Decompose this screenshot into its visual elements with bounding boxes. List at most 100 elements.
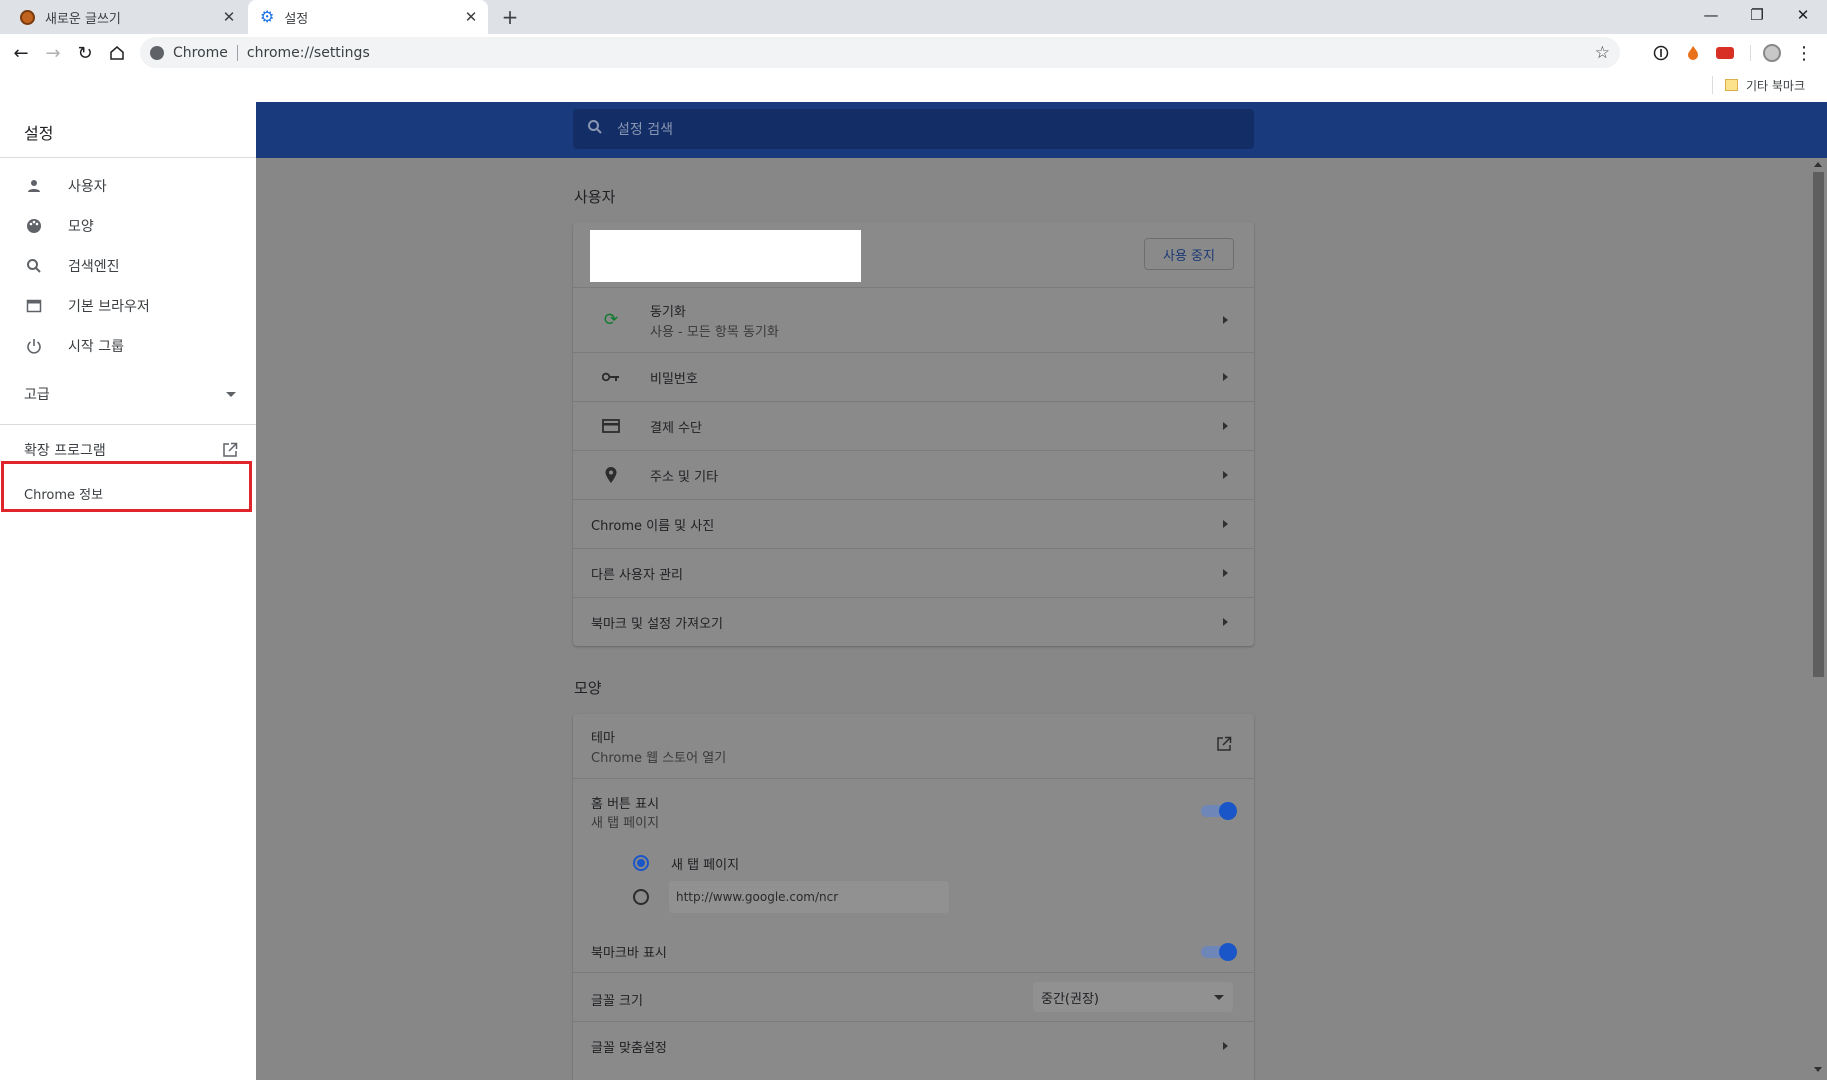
sidebar: 사용자 모양 검색엔진 기본 브라우저 시작 그룹 고급 확장 프로그램 Chr… — [0, 158, 256, 1080]
menu-icon[interactable]: ⋮ — [1791, 40, 1817, 66]
sidebar-item-default-browser[interactable]: 기본 브라우저 — [0, 286, 256, 326]
forward-icon[interactable]: → — [40, 40, 66, 66]
location-pin-icon — [601, 465, 621, 485]
font-size-title: 글꼴 크기 — [591, 994, 643, 1009]
bookmark-star-icon[interactable]: ☆ — [1595, 43, 1610, 63]
radio-custom-url-option[interactable] — [633, 889, 649, 905]
bookmarks-bar-row[interactable]: 북마크바 표시 — [573, 924, 1254, 972]
person-icon — [24, 176, 44, 196]
sync-title: 동기화 — [650, 305, 686, 320]
toolbar: ← → ↻ Chrome chrome://settings ☆ ⋮ — [0, 34, 1827, 71]
credit-card-icon — [601, 416, 621, 436]
font-size-select[interactable]: 중간(권장) — [1033, 982, 1233, 1012]
stop-sync-button[interactable]: 사용 중지 — [1144, 238, 1234, 270]
extension-info-icon[interactable] — [1648, 40, 1674, 66]
radio-new-tab-option[interactable]: 새 탭 페이지 — [633, 853, 739, 873]
home-icon[interactable] — [104, 40, 130, 66]
close-tab-icon[interactable]: ✕ — [220, 8, 238, 26]
gear-icon: ⚙ — [260, 7, 275, 26]
sidebar-item-about-chrome[interactable]: Chrome 정보 — [24, 484, 103, 503]
sidebar-divider — [0, 424, 256, 425]
settings-header: 설정 — [0, 102, 256, 158]
chevron-right-icon — [1223, 471, 1228, 479]
external-link-icon — [222, 442, 238, 462]
manage-users-row[interactable]: 다른 사용자 관리 — [573, 548, 1254, 597]
customize-fonts-label: 글꼴 맞춤설정 — [591, 1041, 667, 1056]
close-tab-icon[interactable]: ✕ — [462, 8, 480, 26]
passwords-row[interactable]: 비밀번호 — [573, 352, 1254, 401]
site-label: Chrome — [173, 44, 228, 61]
theme-row[interactable]: 테마 Chrome 웹 스토어 열기 — [573, 714, 1254, 778]
profile-avatar[interactable] — [1759, 40, 1785, 66]
chevron-right-icon — [1223, 316, 1228, 324]
page-title: 설정 — [24, 124, 54, 143]
restore-button[interactable]: ❐ — [1734, 0, 1780, 30]
toolbar-divider — [1750, 45, 1751, 61]
scroll-up-arrow[interactable] — [1814, 162, 1822, 167]
tab-title: 새로운 글쓰기 — [45, 11, 121, 27]
close-window-button[interactable]: ✕ — [1780, 0, 1826, 30]
omnibox-divider — [236, 44, 238, 61]
sidebar-item-appearance[interactable]: 모양 — [0, 206, 256, 246]
sidebar-item-search-engine[interactable]: 검색엔진 — [0, 246, 256, 286]
bookmarks-bar: 기타 북마크 — [0, 71, 1827, 102]
sidebar-item-label: 모양 — [68, 219, 94, 235]
reload-icon[interactable]: ↻ — [72, 40, 98, 66]
appearance-section-title: 모양 — [574, 679, 602, 697]
sidebar-item-advanced[interactable]: 고급 — [0, 374, 256, 414]
scrollbar-thumb[interactable] — [1813, 172, 1824, 677]
search-icon — [587, 119, 603, 139]
sync-icon: ⟳ — [603, 310, 619, 330]
home-button-row[interactable]: 홈 버튼 표시 새 탭 페이지 — [573, 778, 1254, 842]
chevron-right-icon — [1223, 422, 1228, 430]
home-button-title: 홈 버튼 표시 — [591, 797, 660, 812]
font-size-value: 중간(권장) — [1041, 991, 1099, 1007]
tab-new-post[interactable]: 새로운 글쓰기 ✕ — [0, 0, 246, 34]
extension-flame-icon[interactable] — [1680, 40, 1706, 66]
sync-subtitle: 사용 - 모든 항목 동기화 — [650, 325, 779, 340]
sidebar-item-label: Chrome 정보 — [24, 488, 104, 503]
bookmarks-bar-title: 북마크바 표시 — [591, 946, 667, 961]
other-bookmarks[interactable]: 기타 북마크 — [1725, 74, 1805, 96]
payment-row[interactable]: 결제 수단 — [573, 401, 1254, 450]
chevron-down-icon — [226, 392, 236, 397]
custom-url-input[interactable]: http://www.google.com/ncr — [669, 881, 949, 913]
people-card: 사용 중지 ⟳ 동기화 사용 - 모든 항목 동기화 비밀번호 결제 수단 주소… — [573, 222, 1254, 646]
sidebar-item-people[interactable]: 사용자 — [0, 166, 256, 206]
home-button-toggle[interactable] — [1201, 802, 1237, 820]
custom-url-value: http://www.google.com/ncr — [676, 890, 839, 904]
sync-row[interactable]: ⟳ 동기화 사용 - 모든 항목 동기화 — [573, 287, 1254, 352]
url-text: chrome://settings — [246, 44, 370, 61]
other-bookmarks-label: 기타 북마크 — [1746, 78, 1806, 93]
chevron-right-icon — [1223, 618, 1228, 626]
theme-subtitle: Chrome 웹 스토어 열기 — [591, 751, 727, 766]
font-size-row[interactable]: 글꼴 크기 중간(권장) — [573, 972, 1254, 1021]
import-row[interactable]: 북마크 및 설정 가져오기 — [573, 597, 1254, 646]
home-button-subtitle: 새 탭 페이지 — [591, 816, 660, 831]
customize-fonts-row[interactable]: 글꼴 맞춤설정 — [573, 1021, 1254, 1070]
sidebar-item-label: 확장 프로그램 — [24, 443, 106, 459]
tab-title: 설정 — [284, 11, 309, 27]
palette-icon — [24, 216, 44, 236]
back-icon[interactable]: ← — [8, 40, 34, 66]
chevron-right-icon — [1223, 1042, 1228, 1050]
sidebar-item-on-startup[interactable]: 시작 그룹 — [0, 326, 256, 366]
tab-settings[interactable]: ⚙ 설정 ✕ — [248, 0, 488, 34]
minimize-button[interactable]: — — [1688, 0, 1734, 30]
bookmarks-divider — [1712, 76, 1713, 94]
new-tab-button[interactable]: + — [498, 5, 522, 29]
radio-selected-icon — [633, 855, 649, 871]
scroll-down-arrow[interactable] — [1814, 1067, 1822, 1072]
passwords-label: 비밀번호 — [650, 372, 698, 387]
settings-search-input[interactable]: 설정 검색 — [573, 109, 1254, 149]
key-icon — [601, 367, 621, 387]
external-link-icon — [1216, 736, 1232, 756]
addresses-row[interactable]: 주소 및 기타 — [573, 450, 1254, 499]
sidebar-item-label: 고급 — [24, 387, 50, 403]
bookmarks-bar-toggle[interactable] — [1201, 943, 1237, 961]
chrome-name-row[interactable]: Chrome 이름 및 사진 — [573, 499, 1254, 548]
address-bar[interactable]: Chrome chrome://settings ☆ — [140, 37, 1620, 68]
radio-new-tab-label: 새 탭 페이지 — [671, 857, 740, 873]
sidebar-item-label: 사용자 — [68, 179, 107, 195]
extension-video-icon[interactable] — [1712, 40, 1738, 66]
